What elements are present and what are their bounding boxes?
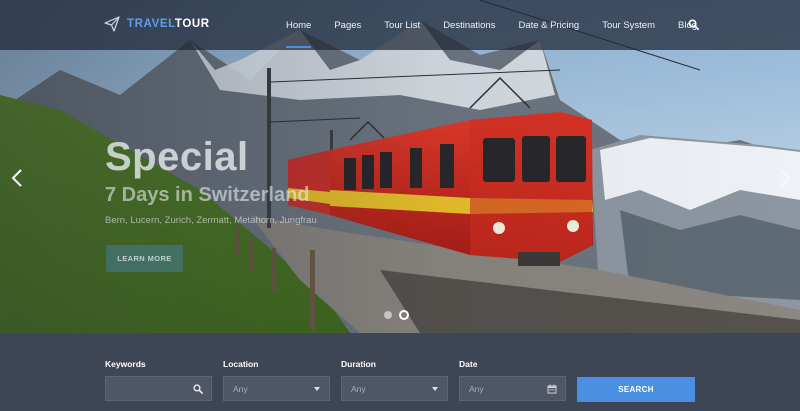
- paper-plane-icon: [104, 16, 120, 32]
- search-icon[interactable]: [688, 19, 699, 30]
- site-logo[interactable]: TRAVELTOUR: [104, 16, 210, 32]
- nav-item-destinations[interactable]: Destinations: [443, 0, 495, 50]
- learn-more-button[interactable]: LEARN MORE: [106, 245, 183, 272]
- chevron-down-icon: [432, 387, 438, 391]
- slider-dot-1[interactable]: [384, 311, 392, 319]
- duration-label: Duration: [341, 359, 376, 369]
- location-value: Any: [233, 383, 248, 394]
- logo-text-travel: TRAVEL: [127, 18, 175, 30]
- keywords-input[interactable]: [115, 383, 195, 394]
- date-field: Date Any: [459, 359, 566, 401]
- nav-item-pages[interactable]: Pages: [334, 0, 361, 50]
- nav-item-home[interactable]: Home: [286, 0, 312, 50]
- location-field: Location Any: [223, 359, 330, 401]
- nav-item-date-pricing[interactable]: Date & Pricing: [518, 0, 579, 50]
- duration-value: Any: [351, 383, 366, 394]
- slide-description: Bern, Lucern, Zurich, Zermatt, Metahorn,…: [105, 215, 317, 226]
- date-value: Any: [469, 383, 484, 394]
- slide-title: Special: [105, 135, 249, 179]
- chevron-left-icon[interactable]: [10, 168, 24, 188]
- slide-caption: Special 7 Days in Switzerland Bern, Luce…: [105, 135, 317, 272]
- slider-dot-2[interactable]: [399, 310, 409, 320]
- date-label: Date: [459, 359, 478, 369]
- date-input[interactable]: Any: [459, 376, 566, 401]
- keywords-label: Keywords: [105, 359, 146, 369]
- calendar-icon[interactable]: [547, 384, 557, 394]
- duration-select[interactable]: Any: [341, 376, 448, 401]
- search-icon[interactable]: [193, 384, 203, 394]
- slide-subtitle: 7 Days in Switzerland: [105, 184, 310, 206]
- chevron-down-icon: [314, 387, 320, 391]
- location-label: Location: [223, 359, 259, 369]
- nav-item-tour-list[interactable]: Tour List: [384, 0, 420, 50]
- site-header: TRAVELTOUR Home Pages Tour List Destinat…: [0, 0, 800, 50]
- logo-text-tour: TOUR: [174, 18, 210, 30]
- chevron-right-icon[interactable]: [778, 168, 792, 188]
- search-button[interactable]: SEARCH: [577, 377, 695, 402]
- slider-pagination: [384, 310, 409, 320]
- nav-item-tour-system[interactable]: Tour System: [602, 0, 655, 50]
- duration-field: Duration Any: [341, 359, 448, 401]
- main-nav: Home Pages Tour List Destinations Date &…: [286, 0, 720, 50]
- location-select[interactable]: Any: [223, 376, 330, 401]
- keywords-field: Keywords: [105, 359, 212, 401]
- keywords-input-box[interactable]: [105, 376, 212, 401]
- logo-text: TRAVELTOUR: [127, 18, 210, 30]
